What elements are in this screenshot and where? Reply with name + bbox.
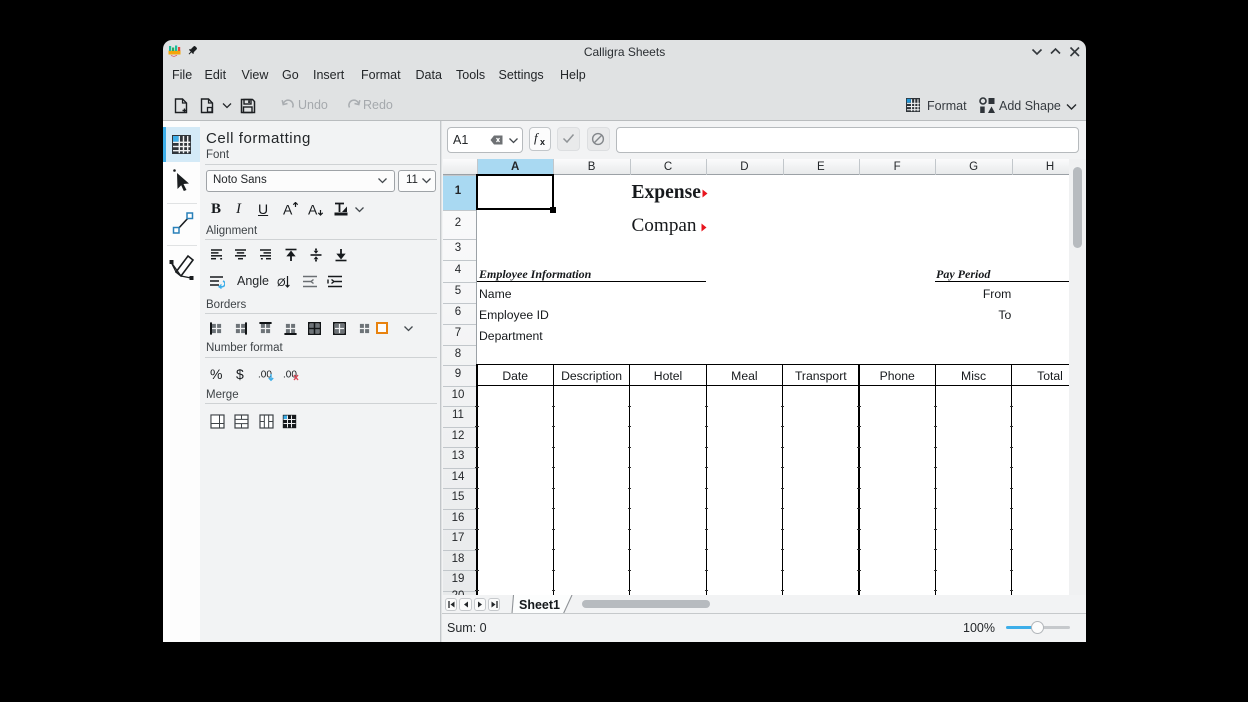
svg-text:Ø: Ø [277, 277, 286, 289]
svg-text:A: A [308, 202, 318, 216]
svg-text:A: A [283, 202, 293, 216]
